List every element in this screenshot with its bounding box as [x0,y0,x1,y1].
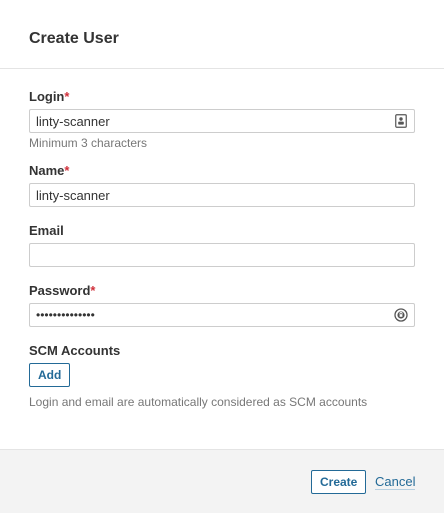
cancel-link[interactable]: Cancel [375,475,416,490]
name-input[interactable] [29,183,415,207]
password-input[interactable] [29,303,415,327]
name-label-text: Name [29,163,65,178]
modal-title: Create User [29,30,119,47]
password-manager-icon[interactable] [394,308,408,322]
scm-label: SCM Accounts [29,343,121,358]
password-label-text: Password [29,283,91,298]
email-label: Email [29,223,64,238]
login-label: Login* [29,89,415,105]
name-input-wrap [29,183,415,207]
required-mark: * [64,89,70,104]
required-mark: * [64,163,70,178]
create-user-modal: Create User Login* Minimum 3 characters … [0,0,444,513]
create-button[interactable]: Create [311,470,367,494]
scm-hint: Login and email are automatically consid… [29,395,368,409]
modal-header: Create User [0,0,444,69]
email-field-group: Email [29,223,415,267]
login-label-text: Login [29,89,65,104]
login-field-group: Login* Minimum 3 characters [29,89,415,150]
email-input-wrap [29,243,415,267]
name-field-group: Name* [29,163,415,207]
login-input[interactable] [29,109,415,133]
login-input-wrap [29,109,415,133]
scm-field-group: SCM Accounts [29,343,415,359]
password-input-wrap [29,303,415,327]
name-label: Name* [29,163,415,179]
email-input[interactable] [29,243,415,267]
required-mark: * [90,283,96,298]
modal-footer: Create Cancel [0,449,444,513]
login-hint: Minimum 3 characters [29,136,148,150]
add-scm-button[interactable]: Add [29,363,71,387]
password-field-group: Password* [29,283,415,327]
contact-card-icon[interactable] [394,114,408,128]
password-label: Password* [29,283,415,299]
